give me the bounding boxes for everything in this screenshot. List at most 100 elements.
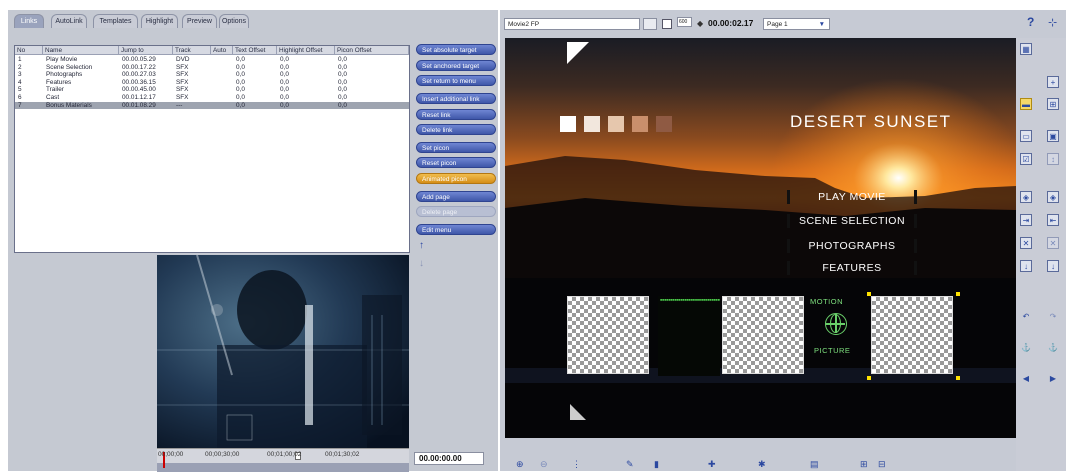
reset-link-button[interactable]: Reset link: [416, 109, 496, 120]
column-header[interactable]: Picon Offset: [335, 46, 409, 55]
picon-placeholder-1[interactable]: [567, 296, 649, 374]
column-header[interactable]: Auto: [211, 46, 233, 55]
menu-canvas[interactable]: DESERT SUNSET ■■■■■■■■■■■■■■■■■■■■■■■■■■…: [505, 38, 1016, 438]
undo-icon[interactable]: ↶: [1020, 310, 1032, 322]
layer-stack-icon[interactable]: ▤: [810, 459, 819, 470]
set-picon-button[interactable]: Set picon: [416, 142, 496, 153]
links-table[interactable]: No Name Jump to Track Auto Text Offset Highlig…: [14, 45, 410, 253]
redo-icon[interactable]: ↷: [1047, 310, 1059, 322]
center-icon[interactable]: ◈: [1020, 191, 1032, 203]
move-up-icon[interactable]: ↑: [419, 240, 424, 251]
table-row[interactable]: 7 Bonus Materials 00.01.08.29 --- 0,0 0,0 0,0: [15, 101, 409, 110]
menu-item-features[interactable]: FEATURES: [787, 261, 917, 275]
deco-square: [608, 116, 624, 132]
table-row[interactable]: 4 Features 00.00.36.15 SFX 0,0 0,0 0,0: [15, 79, 409, 87]
table-cell: 0,0: [280, 101, 289, 109]
tab-links[interactable]: Links: [14, 14, 44, 28]
center-all-icon[interactable]: ◈: [1047, 191, 1059, 203]
link-tools-2-icon[interactable]: ⊟: [878, 459, 886, 470]
edit-menu-button[interactable]: Edit menu: [416, 224, 496, 235]
table-row[interactable]: 5 Trailer 00.00.45.00 SFX 0,0 0,0 0,0: [15, 86, 409, 94]
help-icon[interactable]: ?: [1027, 15, 1034, 29]
page-select[interactable]: Page 1 ▼: [763, 18, 830, 30]
animated-picon-button[interactable]: Animated picon: [416, 173, 496, 184]
previous-icon[interactable]: ◀: [1020, 372, 1032, 384]
size-field[interactable]: 600: [677, 17, 692, 27]
column-header[interactable]: Name: [43, 46, 119, 55]
zoom-icon[interactable]: ⊕: [516, 459, 524, 470]
set-anchored-target-button[interactable]: Set anchored target: [416, 60, 496, 71]
size-checkbox[interactable]: [662, 19, 672, 29]
table-row[interactable]: 2 Scene Selection 00.00.17.22 SFX 0,0 0,0 0,0: [15, 64, 409, 72]
distribute-icon[interactable]: ↕: [1047, 153, 1059, 165]
selection-handle[interactable]: [867, 292, 871, 296]
cross-link-icon[interactable]: ✕: [1020, 237, 1032, 249]
link-tools-icon[interactable]: ⊞: [860, 459, 868, 470]
anchor-icon[interactable]: ⚓: [1020, 341, 1032, 353]
down-link-all-icon[interactable]: ↓: [1047, 260, 1059, 272]
folder-icon[interactable]: ▮: [654, 459, 659, 470]
highlight-icon[interactable]: ▬: [1020, 98, 1032, 110]
move-down-icon[interactable]: ↓: [419, 258, 424, 269]
tab-autolink[interactable]: AutoLink: [51, 14, 87, 28]
anchor-all-icon[interactable]: ⚓: [1047, 341, 1059, 353]
pen-icon[interactable]: ✎: [626, 459, 634, 470]
selection-handle[interactable]: [956, 376, 960, 380]
menu-item-scene-selection[interactable]: SCENE SELECTION: [787, 214, 917, 228]
selection-handle[interactable]: [956, 292, 960, 296]
position-icon[interactable]: ✚: [708, 459, 716, 470]
timeline-tick-label: 00;01;30;02: [325, 451, 360, 458]
column-header[interactable]: Highlight Offset: [277, 46, 335, 55]
selection-handle[interactable]: [867, 376, 871, 380]
table-row[interactable]: 3 Photographs 00.00.27.03 SFX 0,0 0,0 0,0: [15, 71, 409, 79]
timeline-ruler[interactable]: 00;00;00 00;00;30;00 00;01;00;02 00;01;30;0…: [157, 448, 409, 472]
table-row[interactable]: 1 Play Movie 00.00.05.29 DVD 0,0 0,0 0,0: [15, 56, 409, 64]
project-name-field[interactable]: Movie2 FP: [504, 18, 640, 30]
set-return-to-menu-button[interactable]: Set return to menu: [416, 75, 496, 86]
menu-timecode: 00.00:02.17: [708, 18, 754, 28]
table-cell: 00.01.12.17: [122, 94, 156, 101]
table-row[interactable]: 6 Cast 00.01.12.17 SFX 0,0 0,0 0,0: [15, 94, 409, 102]
tab-preview[interactable]: Preview: [182, 14, 217, 28]
tab-options[interactable]: Options: [219, 14, 249, 28]
add-object-icon[interactable]: +: [1047, 76, 1059, 88]
next-icon[interactable]: ▶: [1047, 372, 1059, 384]
insert-additional-link-button[interactable]: Insert additional link: [416, 93, 496, 104]
connect-icon[interactable]: ⊹: [1048, 16, 1057, 29]
color-swatch-button[interactable]: [643, 18, 657, 30]
align-icon[interactable]: ⊞: [1047, 98, 1059, 110]
grid-icon[interactable]: ▦: [1020, 43, 1032, 55]
move-left-icon[interactable]: ⇥: [1020, 214, 1032, 226]
frame-icon[interactable]: ▭: [1020, 130, 1032, 142]
picon-placeholder-2[interactable]: [722, 296, 804, 374]
menu-item-play-movie[interactable]: PLAY MOVIE: [787, 190, 917, 204]
table-cell: Play Movie: [46, 56, 78, 63]
timeline-timecode[interactable]: 00.00:00.00: [414, 452, 484, 465]
table-cell: 6: [18, 94, 22, 101]
set-absolute-target-button[interactable]: Set absolute target: [416, 44, 496, 55]
delete-page-button[interactable]: Delete page: [416, 206, 496, 217]
safe-area-icon[interactable]: ⋮: [572, 459, 581, 470]
table-cell: 0,0: [280, 63, 289, 71]
down-link-icon[interactable]: ↓: [1020, 260, 1032, 272]
delete-link-button[interactable]: Delete link: [416, 124, 496, 135]
reset-picon-button[interactable]: Reset picon: [416, 157, 496, 168]
table-cell: 0,0: [280, 71, 289, 79]
cross-link-disabled-icon[interactable]: ✕: [1047, 237, 1059, 249]
menu-item-photographs[interactable]: PHOTOGRAPHS: [787, 239, 917, 253]
picon-placeholder-3[interactable]: [871, 296, 953, 374]
add-page-button[interactable]: Add page: [416, 191, 496, 202]
column-header[interactable]: No: [15, 46, 43, 55]
tab-templates[interactable]: Templates: [93, 14, 138, 28]
tab-highlight[interactable]: Highlight: [141, 14, 178, 28]
column-header[interactable]: Track: [173, 46, 211, 55]
menu-title: DESERT SUNSET: [790, 112, 952, 131]
layer-icon[interactable]: ▣: [1047, 130, 1059, 142]
zoom-out-icon[interactable]: ⊖: [540, 459, 548, 470]
check-box-icon[interactable]: ☑: [1020, 153, 1032, 165]
table-cell: Trailer: [46, 86, 64, 94]
column-header[interactable]: Text Offset: [233, 46, 277, 55]
column-header[interactable]: Jump to: [119, 46, 173, 55]
move-right-icon[interactable]: ⇤: [1047, 214, 1059, 226]
transform-icon[interactable]: ✱: [758, 459, 766, 470]
